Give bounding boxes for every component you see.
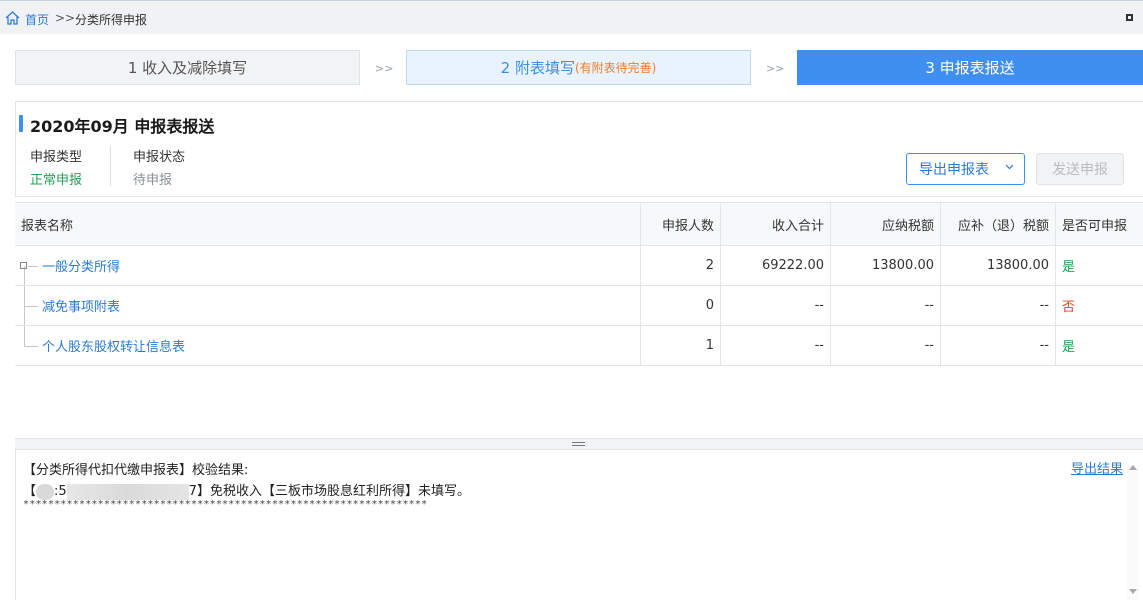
- table-row[interactable]: 一般分类所得 2 69222.00 13800.00 13800.00 是: [15, 246, 1143, 286]
- cell-tax: --: [830, 326, 940, 365]
- step-arrow-1: >>: [375, 62, 394, 75]
- report-type-value: 正常申报: [30, 173, 83, 188]
- validation-result-panel: 【分类所得代扣代缴申报表】校验结果: 【 :5 7】免税收入【三板市场股息红利所得】…: [15, 450, 1143, 600]
- breadcrumb-home-link[interactable]: 首页: [25, 11, 49, 28]
- table-header-row: 报表名称 申报人数 收入合计 应纳税额 应补（退）税额 是否可申报: [15, 202, 1143, 246]
- step-1-label: 1 收入及减除填写: [127, 59, 248, 77]
- chevron-down-icon: [1005, 164, 1014, 170]
- cell-count: 2: [640, 246, 720, 285]
- step-arrow-2: >>: [766, 62, 785, 75]
- report-summary-panel: 2020年09月 申报表报送 申报类型 正常申报 申报状态 待申报 导出申报表 …: [15, 101, 1143, 197]
- cell-can-submit: 是: [1055, 246, 1143, 285]
- scroll-up-icon[interactable]: [1129, 465, 1137, 470]
- step-2-note: (有附表待完善): [574, 61, 657, 75]
- report-status-value: 待申报: [133, 173, 173, 188]
- header-count: 申报人数: [640, 203, 720, 245]
- report-link-general[interactable]: 一般分类所得: [42, 256, 120, 275]
- header-can-submit: 是否可申报: [1055, 203, 1143, 245]
- export-result-link[interactable]: 导出结果: [1071, 458, 1123, 477]
- cell-count: 0: [640, 286, 720, 325]
- step-income-deduction[interactable]: 1 收入及减除填写: [15, 50, 360, 85]
- cell-income: --: [720, 326, 830, 365]
- panel-splitter[interactable]: [15, 438, 1143, 450]
- breadcrumb-current: 分类所得申报: [75, 13, 148, 27]
- report-link-equity-transfer[interactable]: 个人股东股权转让信息表: [42, 336, 185, 355]
- send-report-button[interactable]: 发送申报: [1036, 153, 1124, 185]
- cell-tax: --: [830, 286, 940, 325]
- cell-income: --: [720, 286, 830, 325]
- header-income: 收入合计: [720, 203, 830, 245]
- cell-can-submit: 是: [1055, 326, 1143, 365]
- result-prefix: 【: [23, 484, 37, 499]
- title-accent-bar: [19, 115, 23, 132]
- header-tax: 应纳税额: [830, 203, 940, 245]
- send-report-label: 发送申报: [1052, 162, 1108, 178]
- scroll-down-icon[interactable]: [1129, 589, 1137, 594]
- cell-can-submit: 否: [1055, 286, 1143, 325]
- maximize-icon[interactable]: [1126, 14, 1133, 21]
- cell-due: --: [940, 326, 1055, 365]
- step-2-label: 2 附表填写: [500, 59, 575, 77]
- result-mid: :5: [54, 484, 67, 499]
- header-report-name: 报表名称: [21, 218, 74, 234]
- step-attachments[interactable]: 2 附表填写 (有附表待完善): [406, 50, 751, 85]
- result-separator: ****************************************…: [23, 499, 428, 510]
- table-row[interactable]: 减免事项附表 0 -- -- -- 否: [15, 286, 1143, 326]
- report-link-exemption[interactable]: 减免事项附表: [42, 296, 120, 315]
- splitter-grip-icon[interactable]: [572, 442, 585, 446]
- report-type-label: 申报类型: [30, 150, 83, 165]
- scrollbar[interactable]: [1127, 465, 1139, 600]
- redacted-mark: [66, 483, 189, 500]
- cell-due: 13800.00: [940, 246, 1055, 285]
- report-status-label: 申报状态: [133, 150, 186, 165]
- divider: [110, 146, 111, 186]
- cell-due: --: [940, 286, 1055, 325]
- table-row[interactable]: 个人股东股权转让信息表 1 -- -- -- 是: [15, 326, 1143, 366]
- cell-tax: 13800.00: [830, 246, 940, 285]
- result-message: 【 :5 7】免税收入【三板市场股息红利所得】未填写。: [23, 480, 470, 500]
- home-icon[interactable]: [5, 11, 20, 25]
- export-report-button[interactable]: 导出申报表: [906, 153, 1025, 185]
- header-due: 应补（退）税额: [940, 203, 1055, 245]
- step-3-label: 3 申报表报送: [925, 59, 1015, 77]
- breadcrumb-separator: >>: [55, 11, 76, 25]
- cell-income: 69222.00: [720, 246, 830, 285]
- result-suffix: 7】免税收入【三板市场股息红利所得】未填写。: [188, 484, 470, 499]
- export-report-label: 导出申报表: [919, 162, 989, 178]
- cell-count: 1: [640, 326, 720, 365]
- breadcrumb-bar: 首页 >> 分类所得申报: [0, 0, 1143, 34]
- redacted-mark: [36, 483, 55, 500]
- step-submit-report[interactable]: 3 申报表报送: [797, 50, 1143, 85]
- page-title: 2020年09月 申报表报送: [30, 117, 215, 136]
- result-title: 【分类所得代扣代缴申报表】校验结果:: [23, 463, 249, 478]
